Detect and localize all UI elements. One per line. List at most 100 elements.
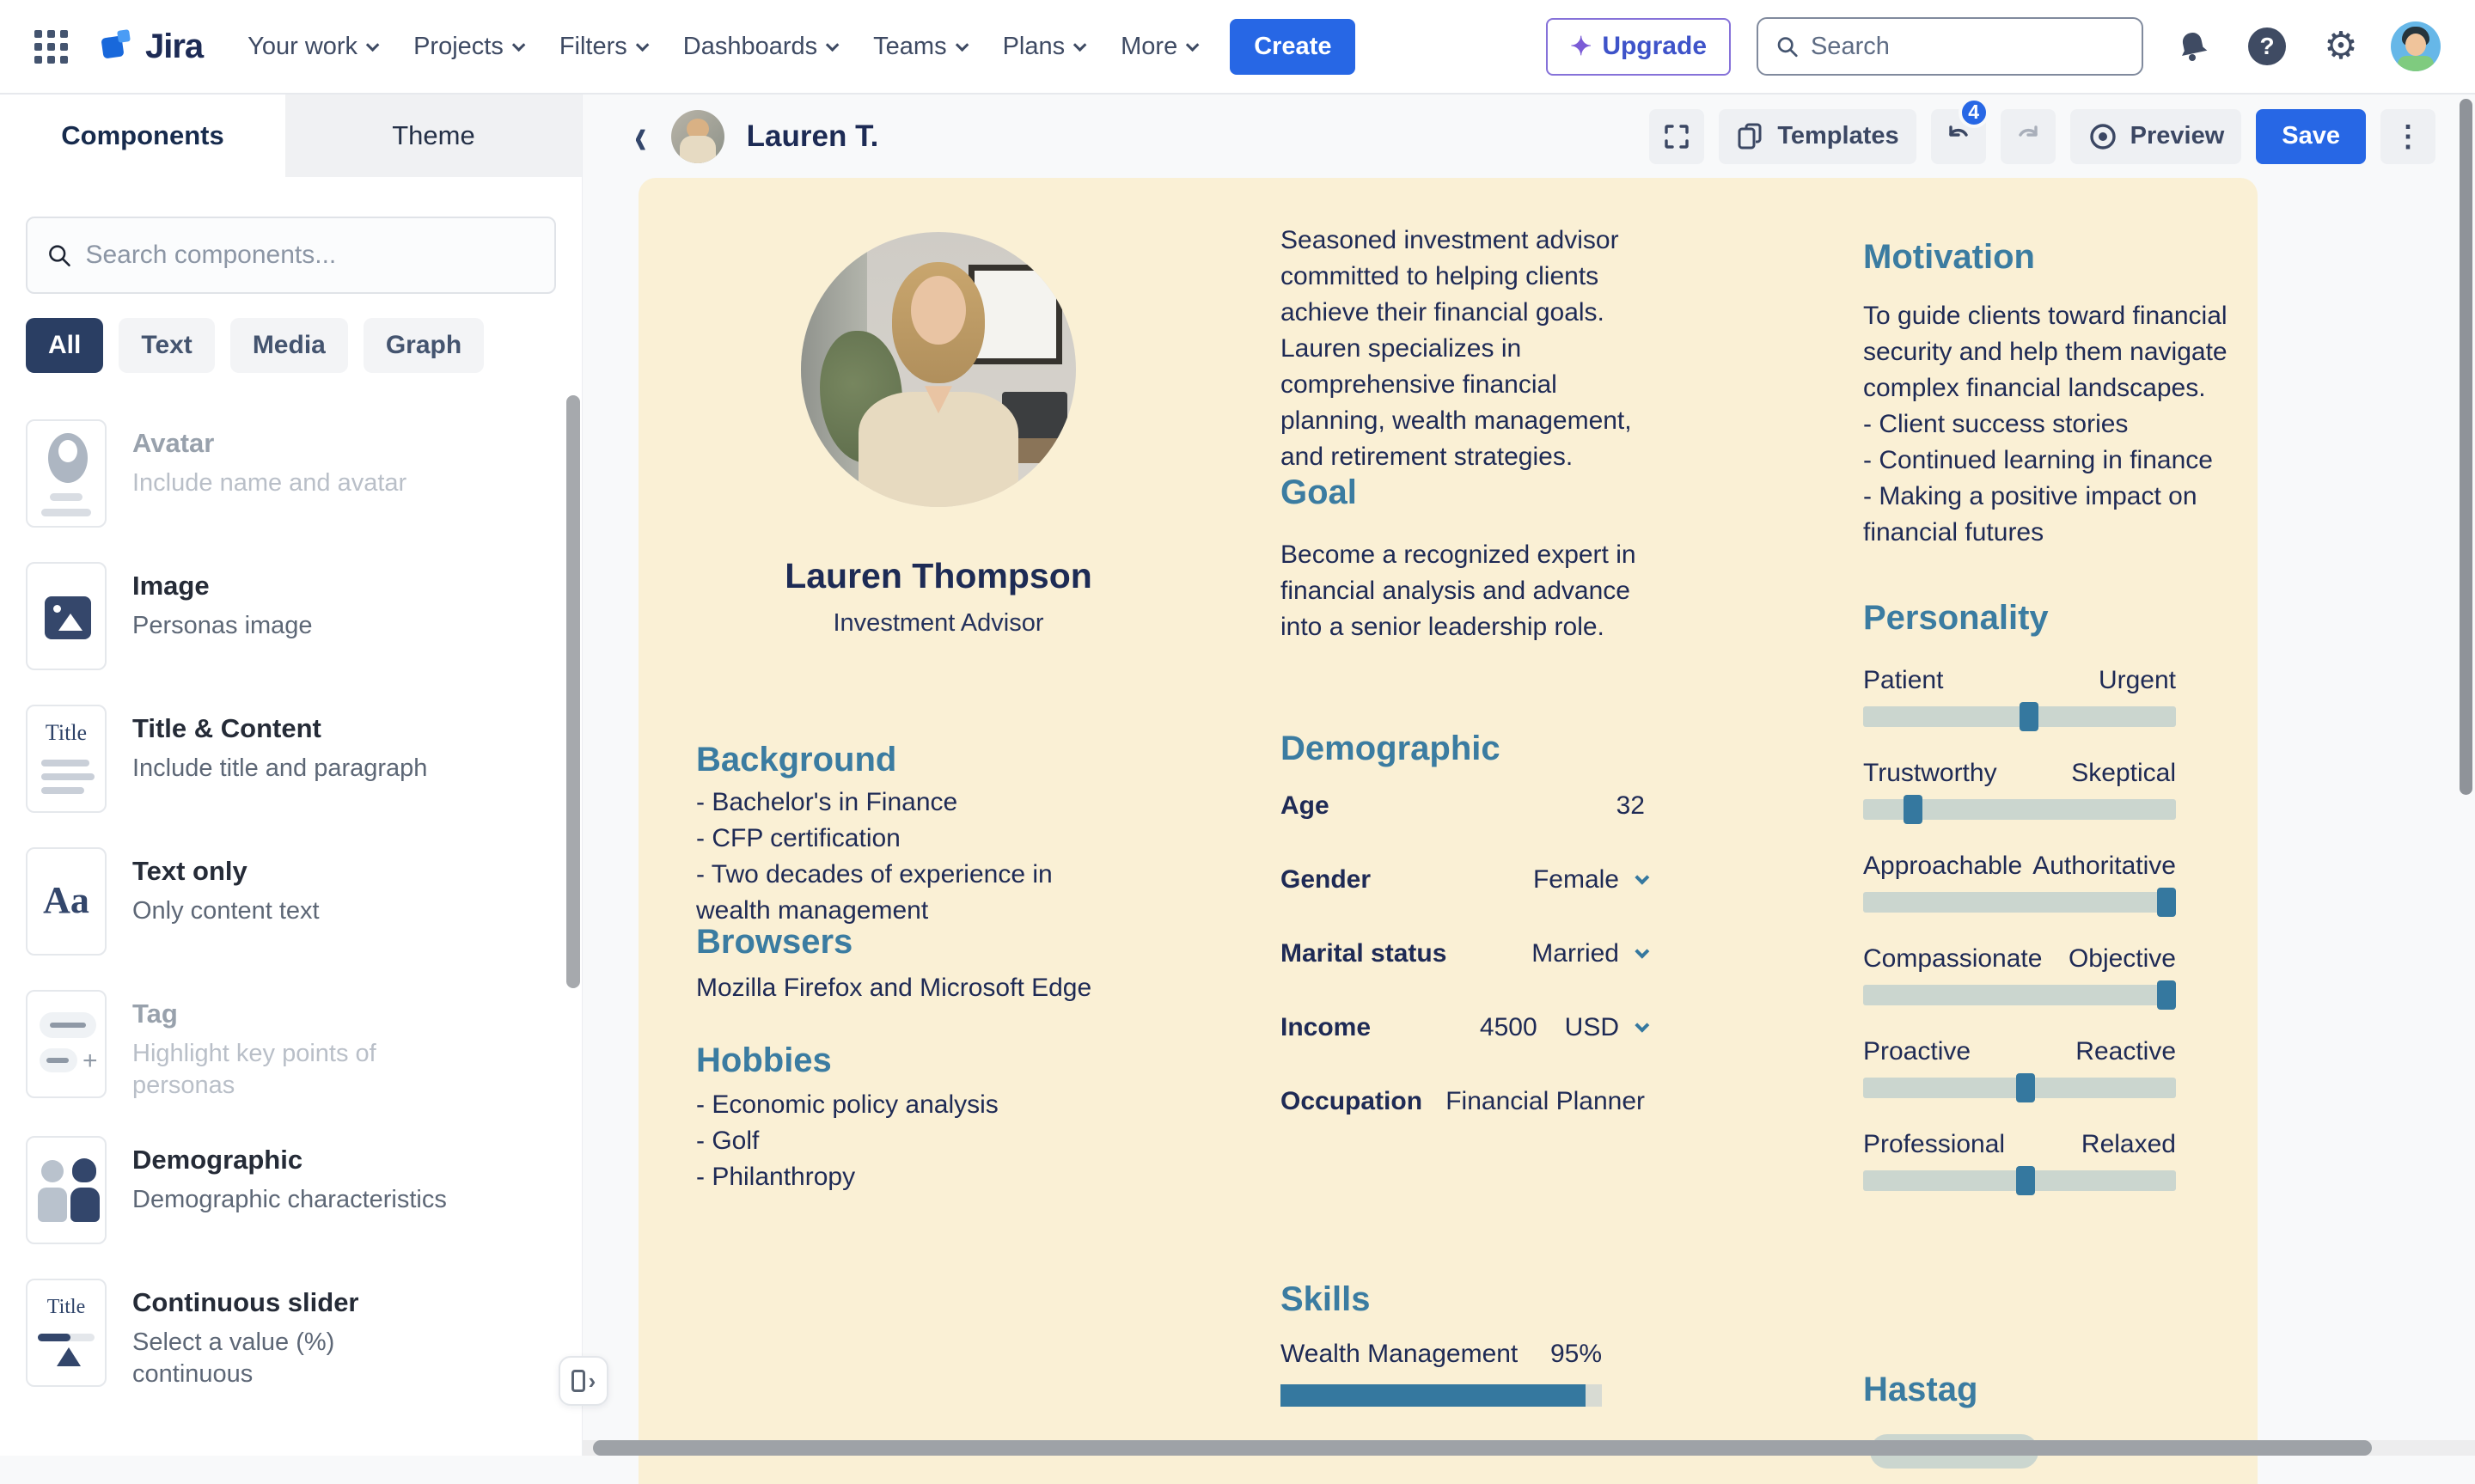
image-component-icon bbox=[26, 562, 107, 670]
occupation-value[interactable]: Financial Planner bbox=[1445, 1087, 1645, 1116]
filter-media[interactable]: Media bbox=[230, 318, 348, 373]
slider-track[interactable] bbox=[1863, 985, 2176, 1005]
slider-handle[interactable] bbox=[2016, 1073, 2035, 1102]
slider-track[interactable] bbox=[1863, 706, 2176, 727]
slider-handle[interactable] bbox=[2020, 702, 2038, 731]
horizontal-scrollbar-thumb[interactable] bbox=[593, 1440, 2372, 1456]
income-value[interactable]: 4500 bbox=[1480, 1013, 1537, 1042]
component-item-image[interactable]: Image Personas image bbox=[26, 562, 556, 670]
app-switcher-icon[interactable] bbox=[34, 30, 68, 64]
persona-title: Lauren T. bbox=[747, 119, 879, 154]
filter-graph[interactable]: Graph bbox=[364, 318, 484, 373]
collapse-sidebar-button[interactable]: › bbox=[559, 1356, 608, 1406]
nav-item-filters[interactable]: Filters bbox=[559, 33, 645, 61]
goal-text[interactable]: Become a recognized expert in financial … bbox=[1280, 537, 1652, 645]
back-button[interactable]: ‹ bbox=[634, 110, 647, 163]
slider-handle[interactable] bbox=[2157, 980, 2176, 1010]
nav-item-more[interactable]: More bbox=[1121, 33, 1195, 61]
undo-button[interactable]: 4 bbox=[1931, 109, 1986, 164]
income-select[interactable]: 4500 USD bbox=[1480, 1013, 1645, 1042]
slider-patient-urgent: Patient Urgent bbox=[1863, 666, 2176, 727]
goal-heading: Goal bbox=[1280, 473, 1357, 512]
slider-approachable-authoritative: Approachable Authoritative bbox=[1863, 852, 2176, 913]
slider-track[interactable] bbox=[1863, 1078, 2176, 1098]
chevron-down-icon bbox=[1186, 38, 1200, 52]
chevron-down-icon bbox=[955, 38, 969, 52]
persona-photo[interactable] bbox=[801, 232, 1076, 507]
tab-components[interactable]: Components bbox=[0, 95, 285, 177]
canvas-horizontal-scrollbar[interactable] bbox=[583, 1440, 2475, 1456]
create-button[interactable]: Create bbox=[1230, 19, 1355, 75]
upgrade-button[interactable]: ✦ Upgrade bbox=[1546, 18, 1731, 76]
component-item-tag[interactable]: + Tag Highlight key points of personas bbox=[26, 990, 556, 1102]
tab-theme[interactable]: Theme bbox=[285, 95, 582, 177]
components-search[interactable] bbox=[26, 217, 556, 294]
component-item-continuous-slider[interactable]: Title Continuous slider Select a value (… bbox=[26, 1279, 556, 1390]
redo-button[interactable] bbox=[2001, 109, 2056, 164]
top-navbar: Jira Your work Projects Filters Dashboar… bbox=[0, 0, 2475, 95]
slider-handle[interactable] bbox=[2016, 1166, 2035, 1195]
nav-item-your-work[interactable]: Your work bbox=[248, 33, 376, 61]
undo-count-badge: 4 bbox=[1959, 97, 1989, 128]
persona-name[interactable]: Lauren Thompson bbox=[696, 556, 1181, 596]
gender-select[interactable]: Female bbox=[1533, 865, 1645, 895]
demographic-row-income: Income 4500 USD bbox=[1280, 991, 1645, 1065]
chevron-down-icon bbox=[1073, 38, 1087, 52]
sidebar-scrollbar[interactable] bbox=[566, 395, 580, 988]
sidebar-tabs: Components Theme bbox=[0, 95, 582, 177]
component-item-text-only[interactable]: Aa Text only Only content text bbox=[26, 847, 556, 956]
background-list[interactable]: - Bachelor's in Finance - CFP certificat… bbox=[696, 785, 1091, 929]
chevron-down-icon bbox=[512, 38, 526, 52]
slider-compassionate-objective: Compassionate Objective bbox=[1863, 944, 2176, 1005]
preview-eye-icon bbox=[2087, 121, 2118, 152]
avatar-component-icon bbox=[26, 419, 107, 528]
age-value[interactable]: 32 bbox=[1616, 791, 1645, 821]
global-search[interactable] bbox=[1757, 17, 2143, 76]
slider-track[interactable] bbox=[1863, 892, 2176, 913]
templates-button[interactable]: Templates bbox=[1719, 109, 1916, 164]
skill-progress-bar[interactable] bbox=[1280, 1384, 1602, 1407]
bell-icon bbox=[2176, 29, 2210, 64]
settings-button[interactable]: ⚙ bbox=[2317, 22, 2365, 70]
preview-button[interactable]: Preview bbox=[2070, 109, 2242, 164]
income-currency[interactable]: USD bbox=[1565, 1013, 1619, 1042]
persona-intro[interactable]: Seasoned investment advisor committed to… bbox=[1280, 223, 1652, 475]
more-options-button[interactable]: ⋮ bbox=[2380, 109, 2435, 164]
save-button[interactable]: Save bbox=[2256, 109, 2366, 164]
component-item-avatar[interactable]: Avatar Include name and avatar bbox=[26, 419, 556, 528]
personality-sliders: Patient Urgent Trustworthy Skeptical bbox=[1863, 666, 2176, 1223]
user-profile-avatar[interactable] bbox=[2391, 21, 2441, 71]
personality-heading: Personality bbox=[1863, 599, 2049, 638]
nav-item-dashboards[interactable]: Dashboards bbox=[683, 33, 835, 61]
slider-track[interactable] bbox=[1863, 1170, 2176, 1191]
nav-item-projects[interactable]: Projects bbox=[413, 33, 522, 61]
component-item-title-content[interactable]: Title Title & Content Include title and … bbox=[26, 705, 556, 813]
page-vertical-scrollbar[interactable] bbox=[2460, 99, 2472, 795]
component-item-demographic[interactable]: Demographic Demographic characteristics bbox=[26, 1136, 556, 1244]
slider-handle[interactable] bbox=[2157, 888, 2176, 917]
filter-all[interactable]: All bbox=[26, 318, 103, 373]
slider-handle[interactable] bbox=[1904, 795, 1922, 824]
browsers-heading: Browsers bbox=[696, 923, 852, 962]
browsers-text[interactable]: Mozilla Firefox and Microsoft Edge bbox=[696, 970, 1109, 1006]
fullscreen-button[interactable] bbox=[1649, 109, 1704, 164]
nav-item-plans[interactable]: Plans bbox=[1003, 33, 1084, 61]
motivation-heading: Motivation bbox=[1863, 238, 2035, 277]
components-search-input[interactable] bbox=[85, 241, 535, 270]
chevron-right-icon: › bbox=[589, 1370, 596, 1392]
filter-text[interactable]: Text bbox=[119, 318, 214, 373]
hobbies-list[interactable]: - Economic policy analysis - Golf - Phil… bbox=[696, 1087, 1091, 1195]
global-search-input[interactable] bbox=[1811, 33, 2124, 61]
demographic-heading: Demographic bbox=[1280, 730, 1500, 768]
help-button[interactable]: ? bbox=[2243, 22, 2291, 70]
marital-status-select[interactable]: Married bbox=[1531, 939, 1645, 968]
slider-trustworthy-skeptical: Trustworthy Skeptical bbox=[1863, 759, 2176, 820]
jira-logo[interactable]: Jira bbox=[97, 27, 203, 66]
notifications-button[interactable] bbox=[2169, 22, 2217, 70]
panel-icon bbox=[571, 1370, 585, 1392]
slider-proactive-reactive: Proactive Reactive bbox=[1863, 1037, 2176, 1098]
nav-item-teams[interactable]: Teams bbox=[873, 33, 964, 61]
motivation-text[interactable]: To guide clients toward financial securi… bbox=[1863, 298, 2241, 551]
persona-role[interactable]: Investment Advisor bbox=[696, 609, 1181, 638]
slider-track[interactable] bbox=[1863, 799, 2176, 820]
